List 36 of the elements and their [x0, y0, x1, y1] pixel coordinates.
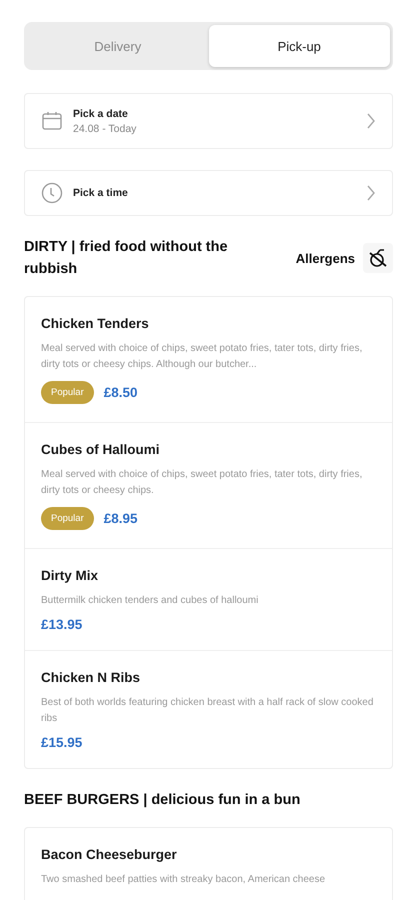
- item-description: Best of both worlds featuring chicken breast with a half rack of slow cooked ribs: [41, 696, 374, 726]
- item-price: £8.50: [104, 385, 138, 400]
- item-price: £13.95: [41, 617, 82, 632]
- menu-item[interactable]: Bacon Cheeseburger Two smashed beef patties with streaky bacon, American cheese: [25, 828, 392, 900]
- item-name: Chicken N Ribs: [41, 670, 142, 685]
- item-name: Dirty Mix: [41, 568, 100, 583]
- chevron-right-icon: [366, 113, 376, 129]
- clock-icon: [41, 182, 63, 204]
- allergens-label: Allergens: [296, 250, 355, 266]
- menu-item[interactable]: Chicken Tenders Meal served with choice of chips, sweet potato fries, tater tots, dirty fries, dirty tots or cheesy chips. Although our butcher... Popular £8.50: [25, 297, 392, 423]
- menu-item[interactable]: Chicken N Ribs Best of both worlds featuring chicken breast with a half rack of slow cooked ribs £15.95: [25, 651, 392, 768]
- popular-badge: Popular: [41, 507, 94, 530]
- date-picker[interactable]: Pick a date 24.08 - Today: [24, 93, 393, 149]
- order-type-tab[interactable]: Pick-up: [208, 25, 390, 67]
- item-price: £8.95: [104, 511, 138, 526]
- allergens-button[interactable]: [363, 243, 393, 273]
- item-price: £15.95: [41, 735, 82, 750]
- picker-label: Pick a time: [73, 187, 129, 199]
- chevron-right-icon: [366, 185, 376, 201]
- item-description: Buttermilk chicken tenders and cubes of halloumi: [41, 594, 260, 608]
- picker-value: 24.08 - Today: [73, 122, 138, 134]
- picker-label: Pick a date: [73, 108, 129, 120]
- section-title: DIRTY | fried food without the rubbish: [24, 238, 229, 279]
- time-picker[interactable]: Pick a time: [24, 170, 393, 216]
- item-description: Meal served with choice of chips, sweet potato fries, tater tots, dirty fries, dirty tots or cheesy chips. Although our butcher...: [41, 342, 364, 372]
- item-name: Cubes of Halloumi: [41, 442, 161, 457]
- menu-item[interactable]: Cubes of Halloumi Meal served with choice of chips, sweet potato fries, tater tots, dirty fries, dirty tots or cheesy chips. Popular £8.95: [25, 423, 392, 549]
- item-name: Chicken Tenders: [41, 316, 150, 331]
- calendar-icon: [41, 110, 63, 132]
- no-allergen-icon: [367, 247, 389, 269]
- popular-badge: Popular: [41, 381, 94, 404]
- item-description: Two smashed beef patties with streaky bacon, American cheese: [41, 873, 326, 887]
- item-name: Bacon Cheeseburger: [41, 847, 178, 862]
- section-title: BEEF BURGERS | delicious fun in a bun: [24, 791, 302, 810]
- menu-item[interactable]: Dirty Mix Buttermilk chicken tenders and cubes of halloumi £13.95: [25, 549, 392, 651]
- item-description: Meal served with choice of chips, sweet potato fries, tater tots, dirty fries, dirty tots or cheesy chips.: [41, 468, 364, 498]
